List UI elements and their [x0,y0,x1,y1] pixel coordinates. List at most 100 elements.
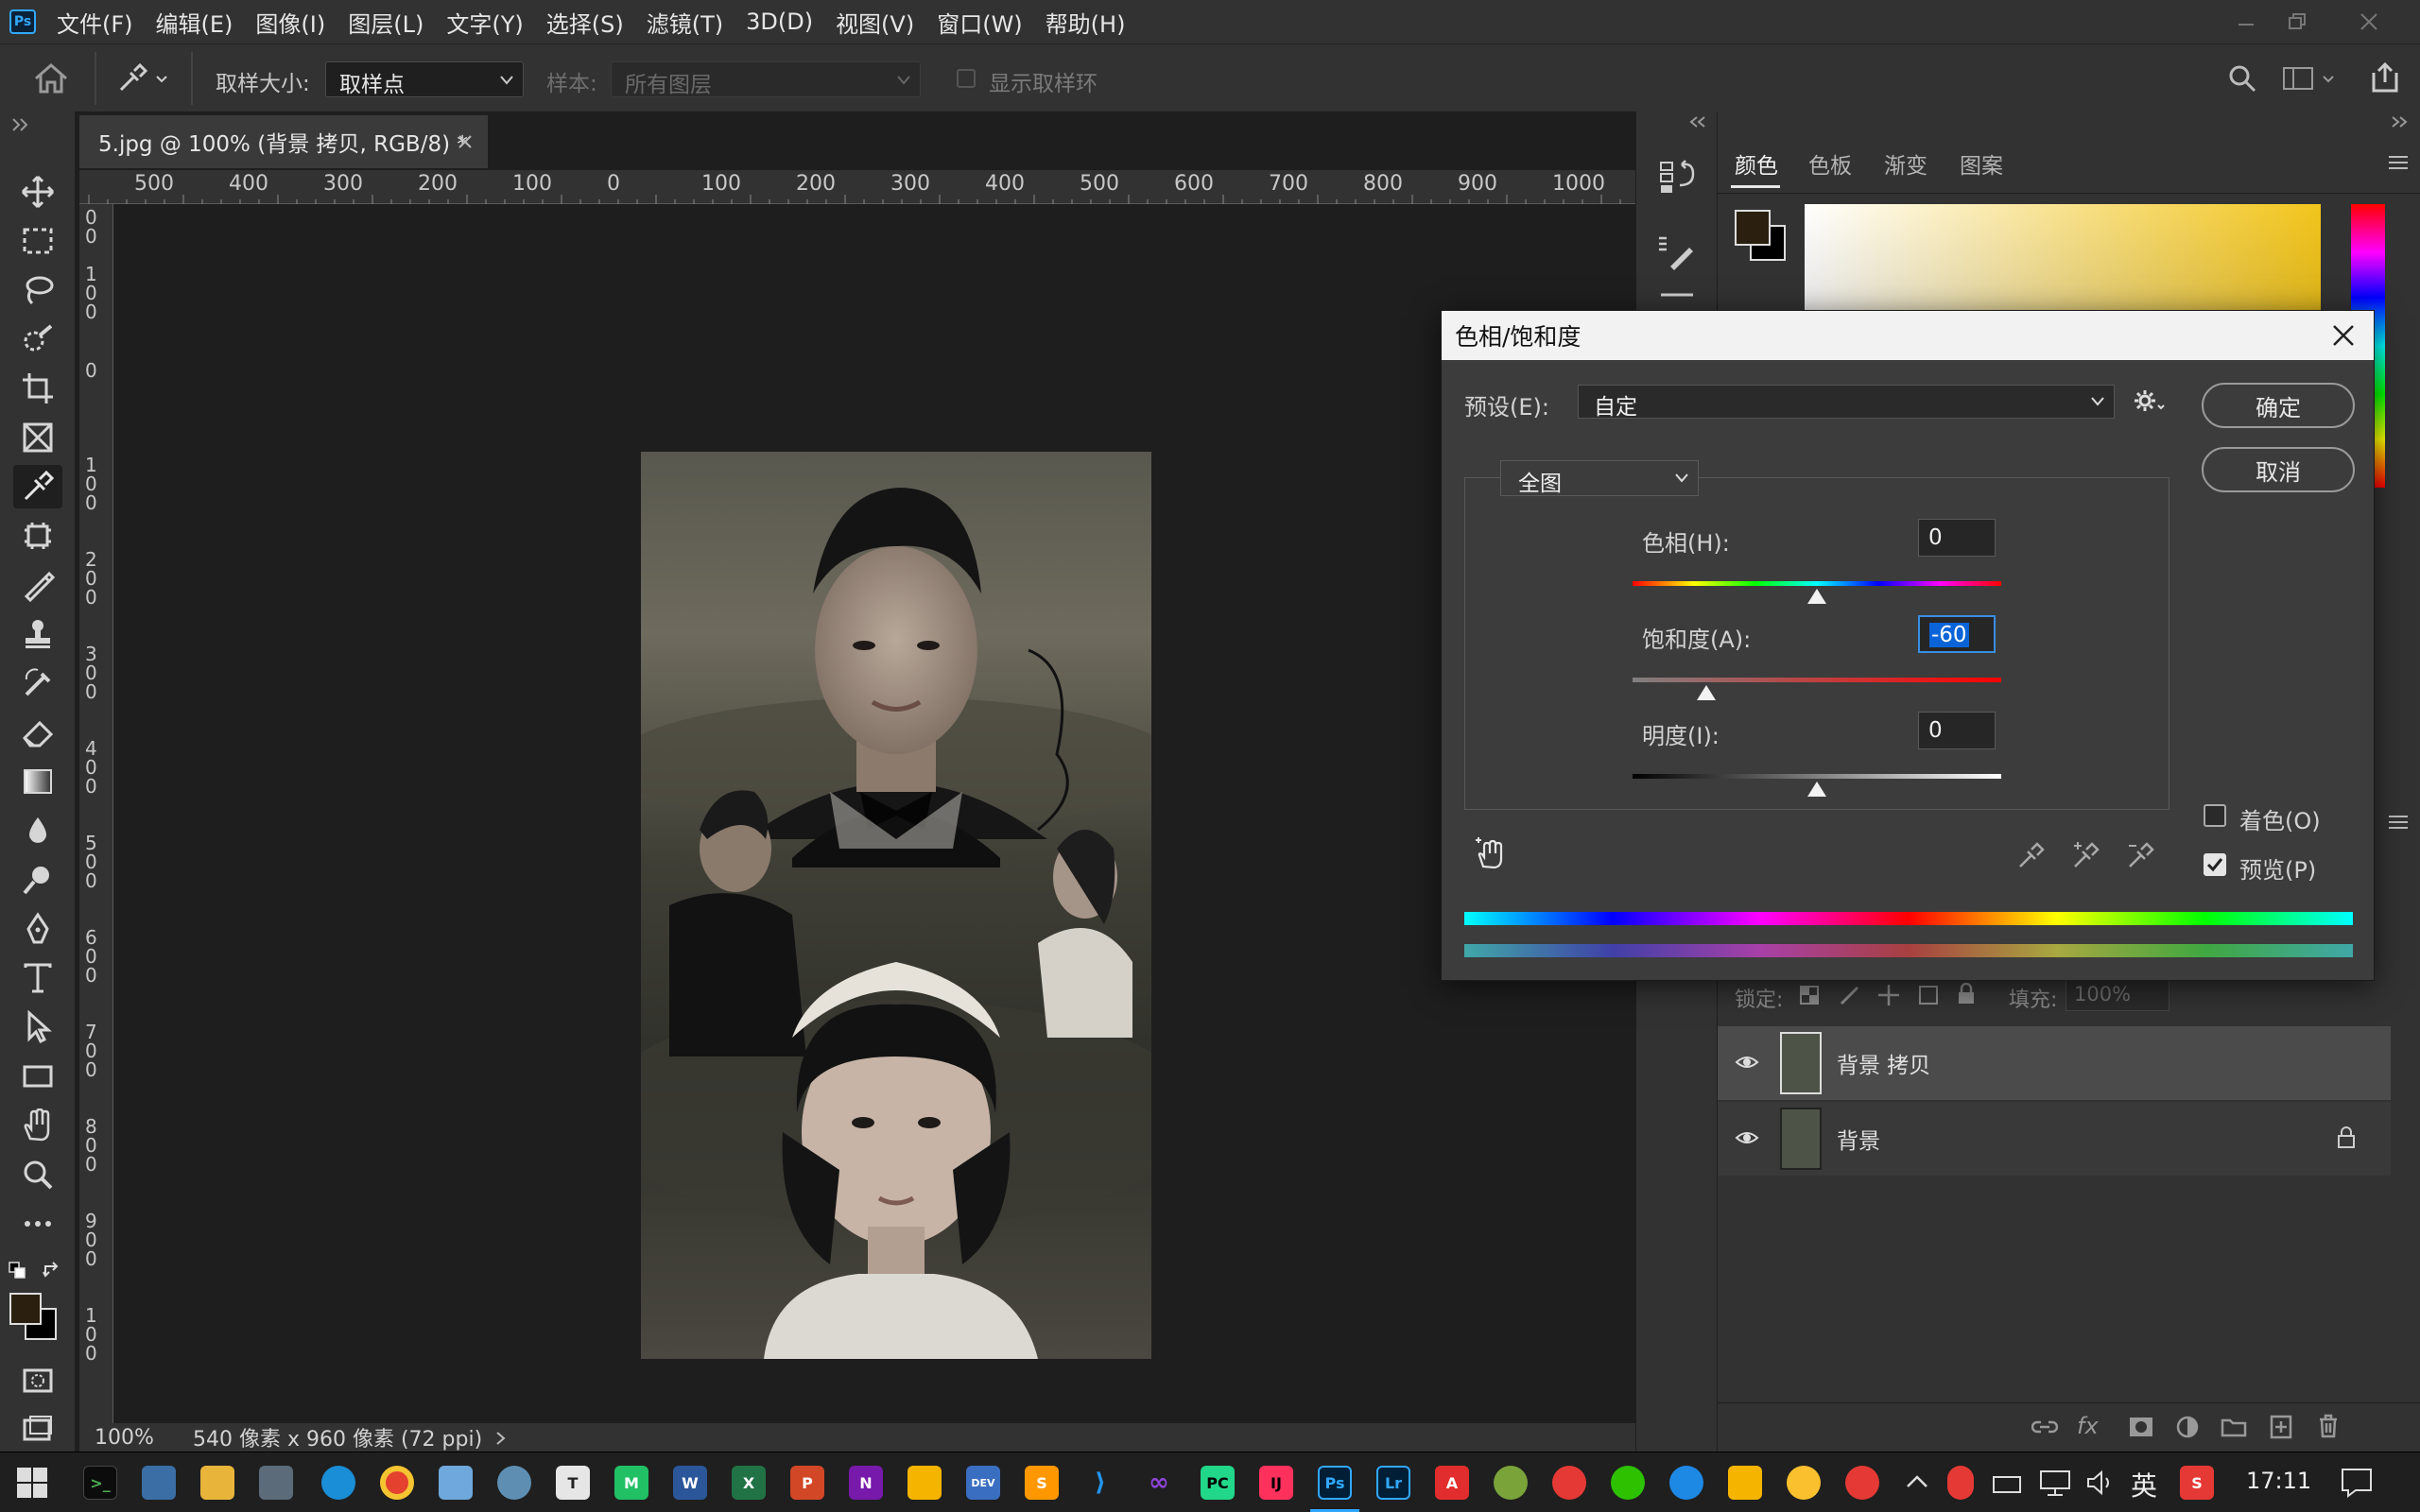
adjustment-layer-icon[interactable] [2175,1415,2200,1439]
tab-gradients[interactable]: 渐变 [1884,147,1927,180]
lasso-tool[interactable] [13,268,62,312]
canvas-pasteboard[interactable] [113,204,1635,1423]
quick-selection-tool[interactable] [13,318,62,361]
chevron-right-icon[interactable] [495,1431,507,1446]
windows-start-icon[interactable] [15,1466,49,1500]
document-image[interactable] [641,452,1151,1359]
show-ring-checkbox[interactable] [957,69,976,88]
powerpoint-icon[interactable]: P [790,1466,824,1500]
typora-icon[interactable]: T [556,1466,590,1500]
menu-layer[interactable]: 图层(L) [348,6,424,39]
menu-type[interactable]: 文字(Y) [446,6,523,39]
app-icon[interactable] [1787,1466,1821,1500]
trash-icon[interactable] [2317,1413,2340,1439]
menu-file[interactable]: 文件(F) [57,6,133,39]
devcpp-icon[interactable]: DEV [966,1466,1000,1500]
type-tool[interactable] [13,956,62,1000]
home-button[interactable] [32,61,70,95]
path-selection-tool[interactable] [13,1005,62,1049]
preset-select[interactable]: 自定 [1578,385,2115,420]
photoshop-taskbar-icon[interactable]: Ps [1318,1466,1352,1500]
collapse-icon[interactable] [1689,115,1706,129]
pen-tool[interactable] [13,907,62,951]
preview-checkbox[interactable] [2204,853,2226,876]
eye-icon[interactable] [1735,1053,1759,1072]
close-icon[interactable] [2328,320,2359,351]
fill-input[interactable]: 100% [2066,979,2169,1011]
workspace-button[interactable] [2282,63,2339,94]
blur-tool[interactable] [13,809,62,852]
sample-size-select[interactable]: 取样点 [325,61,524,97]
targeted-adjustment-icon[interactable] [1474,836,1508,870]
app-icon[interactable] [439,1466,473,1500]
app-icon[interactable] [1728,1466,1762,1500]
cancel-button[interactable]: 取消 [2202,447,2355,492]
lightness-slider-track[interactable] [1633,774,2001,779]
close-icon[interactable] [458,134,473,149]
app-icon[interactable]: M [614,1466,648,1500]
folder-icon[interactable] [2221,1415,2247,1437]
channel-select[interactable]: 全图 [1500,460,1699,496]
lock-pixels-icon[interactable] [1839,985,1859,1005]
zoom-level[interactable]: 100% [95,1426,154,1450]
fx-icon[interactable]: fx [2077,1413,2099,1439]
close-window-button[interactable] [2341,6,2397,38]
menu-edit[interactable]: 编辑(E) [156,6,233,39]
eyedropper-tool[interactable] [13,465,62,508]
brush-tool[interactable] [13,563,62,607]
menu-image[interactable]: 图像(I) [255,6,325,39]
eyedropper-plus-icon[interactable] [2071,840,2101,870]
eyedropper-preset-button[interactable] [115,61,172,95]
network-icon[interactable] [2038,1468,2072,1498]
app-icon[interactable] [1669,1466,1703,1500]
tab-swatches[interactable]: 色板 [1808,147,1852,180]
lightness-input[interactable]: 0 [1918,712,1996,749]
screen-mode-button[interactable] [13,1408,62,1452]
foreground-color-swatch[interactable] [9,1293,42,1325]
app-icon[interactable] [497,1466,531,1500]
sogou-icon[interactable]: S [2180,1466,2214,1500]
lock-transparent-icon[interactable] [1799,985,1820,1005]
onenote-icon[interactable]: N [849,1466,883,1500]
app-icon[interactable] [1552,1466,1586,1500]
word-icon[interactable]: W [673,1466,707,1500]
expand-icon[interactable] [2391,115,2408,129]
color-field[interactable] [1805,204,2321,310]
marquee-tool[interactable] [13,219,62,263]
edge-icon[interactable] [321,1466,355,1500]
hand-tool[interactable] [13,1104,62,1147]
clone-stamp-tool[interactable] [13,612,62,656]
tab-patterns[interactable]: 图案 [1960,147,2003,180]
document-tab[interactable]: 5.jpg @ 100% (背景 拷贝, RGB/8) * [79,115,488,168]
notification-icon[interactable] [2339,1466,2375,1500]
default-colors-button[interactable] [8,1261,28,1281]
share-button[interactable] [2369,61,2401,94]
acrobat-icon[interactable]: A [1435,1466,1469,1500]
eye-icon[interactable] [1735,1128,1759,1147]
crop-tool[interactable] [13,367,62,410]
pycharm-icon[interactable]: PC [1201,1466,1235,1500]
lightness-slider-thumb[interactable] [1807,782,1826,797]
lock-artboard-icon[interactable] [1916,983,1941,1007]
history-panel-button[interactable] [1655,159,1701,197]
tray-app-icon[interactable] [1947,1466,1974,1500]
frame-tool[interactable] [13,416,62,459]
new-layer-icon[interactable] [2270,1415,2292,1439]
dodge-tool[interactable] [13,858,62,902]
terminal-icon[interactable]: >_ [83,1466,117,1500]
ok-button[interactable]: 确定 [2202,383,2355,428]
panel-menu-icon[interactable] [2387,813,2410,832]
search-button[interactable] [2227,63,2257,94]
panel-button[interactable] [1655,287,1701,299]
app-icon[interactable] [1494,1466,1528,1500]
calculator-icon[interactable] [259,1466,293,1500]
gear-icon[interactable] [2134,388,2166,415]
menu-window[interactable]: 窗口(W) [937,6,1022,39]
sublime-icon[interactable]: S [1025,1466,1059,1500]
file-explorer-icon[interactable] [200,1466,234,1500]
menu-help[interactable]: 帮助(H) [1046,6,1126,39]
saturation-slider-thumb[interactable] [1697,685,1716,700]
input-method-indicator[interactable]: 英 [2131,1466,2157,1503]
menu-view[interactable]: 视图(V) [836,6,914,39]
vscode-icon[interactable]: ⟩ [1083,1466,1117,1500]
